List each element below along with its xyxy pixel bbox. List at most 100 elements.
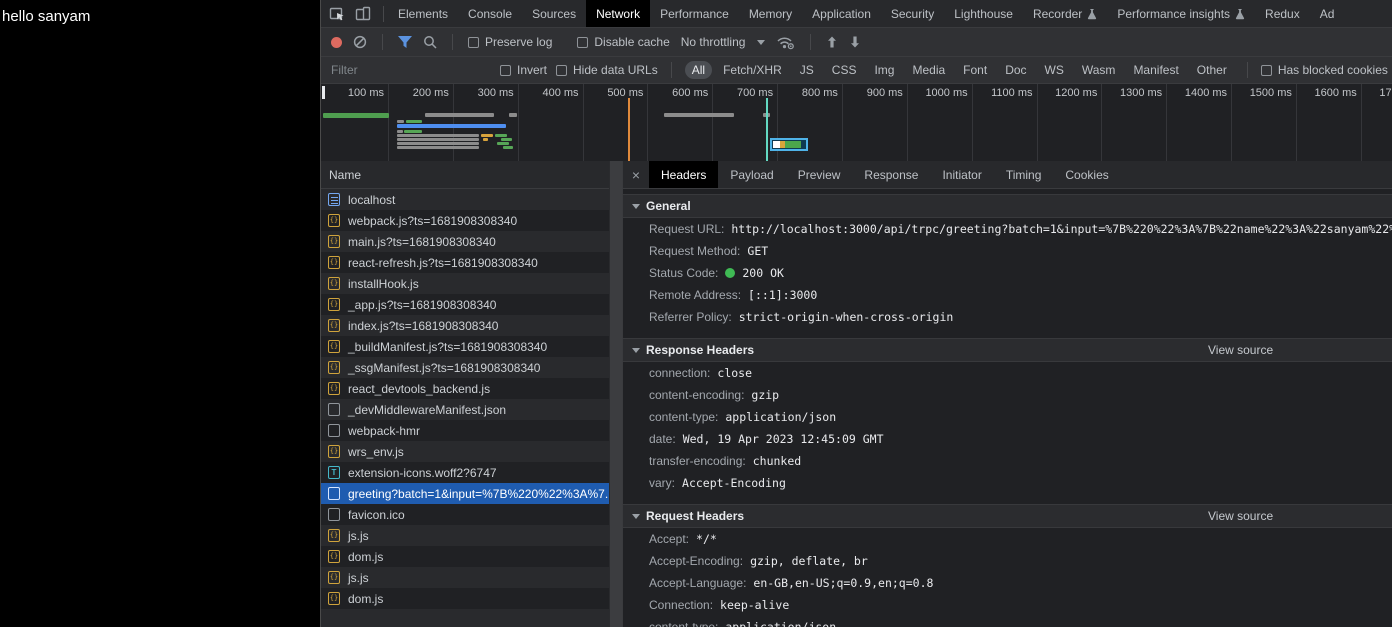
tab-network[interactable]: Network xyxy=(586,0,650,27)
divider xyxy=(382,34,383,50)
details-tab-timing[interactable]: Timing xyxy=(994,161,1054,188)
request-row-app-js-ts-1681908308340[interactable]: _app.js?ts=1681908308340 xyxy=(321,294,609,315)
preserve-log-label: Preserve log xyxy=(485,35,552,49)
tab-performance-insights[interactable]: Performance insights xyxy=(1107,0,1255,27)
request-row-js-js[interactable]: js.js xyxy=(321,567,609,588)
filter-type-js[interactable]: JS xyxy=(793,61,821,79)
details-tab-preview[interactable]: Preview xyxy=(786,161,853,188)
filter-type-manifest[interactable]: Manifest xyxy=(1126,61,1185,79)
details-tab-initiator[interactable]: Initiator xyxy=(930,161,993,188)
request-row-react-devtools-backend-js[interactable]: react_devtools_backend.js xyxy=(321,378,609,399)
tab-ad[interactable]: Ad xyxy=(1310,0,1345,27)
filter-type-css[interactable]: CSS xyxy=(825,61,864,79)
request-row-js-js[interactable]: js.js xyxy=(321,525,609,546)
details-tab-headers[interactable]: Headers xyxy=(649,161,718,188)
request-row-devmiddlewaremanifest-json[interactable]: _devMiddlewareManifest.json xyxy=(321,399,609,420)
request-list-header[interactable]: Name xyxy=(321,161,609,189)
preserve-log-checkbox[interactable]: Preserve log xyxy=(468,35,552,49)
filter-type-wasm[interactable]: Wasm xyxy=(1075,61,1123,79)
throttling-select[interactable]: No throttling xyxy=(681,35,766,49)
invert-checkbox[interactable]: Invert xyxy=(500,63,547,77)
header-row-transfer-encoding: transfer-encoding:chunked xyxy=(623,450,1392,472)
script-file-icon xyxy=(328,529,340,542)
hide-data-urls-checkbox[interactable]: Hide data URLs xyxy=(556,63,658,77)
waterfall-bar xyxy=(497,142,509,145)
view-source-link[interactable]: View source xyxy=(1208,339,1273,361)
filter-type-ws[interactable]: WS xyxy=(1038,61,1071,79)
request-row-webpack-hmr[interactable]: webpack-hmr xyxy=(321,420,609,441)
request-row-extension-icons-woff2-6747[interactable]: extension-icons.woff2?6747 xyxy=(321,462,609,483)
filter-type-font[interactable]: Font xyxy=(956,61,994,79)
search-icon[interactable] xyxy=(423,35,437,49)
filter-type-img[interactable]: Img xyxy=(867,61,901,79)
record-network-log-icon[interactable] xyxy=(331,37,342,48)
has-blocked-cookies-checkbox[interactable]: Has blocked cookies xyxy=(1261,63,1388,77)
section-header-general[interactable]: General xyxy=(623,194,1392,218)
network-conditions-icon[interactable] xyxy=(776,35,795,50)
tab-performance[interactable]: Performance xyxy=(650,0,739,27)
panel-tabs: ElementsConsoleSourcesNetworkPerformance… xyxy=(388,0,1344,27)
view-source-link[interactable]: View source xyxy=(1208,505,1273,527)
header-key: content-encoding: xyxy=(649,388,744,402)
rendered-page: hello sanyam xyxy=(0,0,320,627)
close-icon[interactable]: × xyxy=(623,167,649,183)
request-row-dom-js[interactable]: dom.js xyxy=(321,546,609,567)
header-key: Connection: xyxy=(649,598,713,612)
disclosure-triangle-icon xyxy=(632,514,640,519)
clear-network-log-icon[interactable] xyxy=(353,35,367,49)
filter-type-fetch-xhr[interactable]: Fetch/XHR xyxy=(716,61,789,79)
request-row-localhost[interactable]: localhost xyxy=(321,189,609,210)
network-overview-timeline[interactable]: 100 ms200 ms300 ms400 ms500 ms600 ms700 … xyxy=(321,84,1392,164)
tab-label: Performance insights xyxy=(1117,7,1230,21)
details-tab-response[interactable]: Response xyxy=(852,161,930,188)
request-row-wrs-env-js[interactable]: wrs_env.js xyxy=(321,441,609,462)
import-har-icon[interactable] xyxy=(826,36,838,48)
export-har-icon[interactable] xyxy=(849,36,861,48)
request-row-buildmanifest-js-ts-1681908308[interactable]: _buildManifest.js?ts=1681908308340 xyxy=(321,336,609,357)
header-value: Wed, 19 Apr 2023 12:45:09 GMT xyxy=(683,432,884,446)
request-row-ssgmanifest-js-ts-168190830834[interactable]: _ssgManifest.js?ts=1681908308340 xyxy=(321,357,609,378)
request-list-scrollbar[interactable] xyxy=(609,161,622,627)
request-row-react-refresh-js-ts-1681908308[interactable]: react-refresh.js?ts=1681908308340 xyxy=(321,252,609,273)
section-title: Response Headers xyxy=(646,343,754,357)
request-row-dom-js[interactable]: dom.js xyxy=(321,588,609,609)
tab-lighthouse[interactable]: Lighthouse xyxy=(944,0,1023,27)
tab-elements[interactable]: Elements xyxy=(388,0,458,27)
tab-security[interactable]: Security xyxy=(881,0,944,27)
tab-redux[interactable]: Redux xyxy=(1255,0,1310,27)
timeline-gridline xyxy=(712,84,713,163)
header-row-referrer-policy: Referrer Policy:strict-origin-when-cross… xyxy=(623,306,1392,328)
tab-sources[interactable]: Sources xyxy=(522,0,586,27)
details-tab-payload[interactable]: Payload xyxy=(718,161,785,188)
request-row-main-js-ts-1681908308340[interactable]: main.js?ts=1681908308340 xyxy=(321,231,609,252)
filter-type-media[interactable]: Media xyxy=(905,61,952,79)
request-row-favicon-ico[interactable]: favicon.ico xyxy=(321,504,609,525)
header-value: close xyxy=(717,366,752,380)
filter-type-all[interactable]: All xyxy=(685,61,712,79)
filter-funnel-icon[interactable] xyxy=(398,36,412,48)
tab-recorder[interactable]: Recorder xyxy=(1023,0,1107,27)
request-row-webpack-js-ts-1681908308340[interactable]: webpack.js?ts=1681908308340 xyxy=(321,210,609,231)
request-row-greeting-batch-1-input-7b-220-[interactable]: greeting?batch=1&input=%7B%220%22%3A%7..… xyxy=(321,483,609,504)
overview-drag-handle[interactable] xyxy=(322,86,325,99)
disable-cache-checkbox[interactable]: Disable cache xyxy=(577,35,669,49)
inspect-element-icon[interactable] xyxy=(329,6,345,22)
request-row-index-js-ts-1681908308340[interactable]: index.js?ts=1681908308340 xyxy=(321,315,609,336)
device-toolbar-icon[interactable] xyxy=(355,6,371,22)
section-header-response-headers[interactable]: Response Headers View source xyxy=(623,338,1392,362)
tab-console[interactable]: Console xyxy=(458,0,522,27)
header-row-status-code: Status Code:200 OK xyxy=(623,262,1392,284)
waterfall-bar xyxy=(404,130,422,133)
devtools-panel: ElementsConsoleSourcesNetworkPerformance… xyxy=(320,0,1392,627)
section-header-request-headers[interactable]: Request HeadersView source xyxy=(623,504,1392,528)
request-row-installhook-js[interactable]: installHook.js xyxy=(321,273,609,294)
tab-label: Security xyxy=(891,7,934,21)
tab-application[interactable]: Application xyxy=(802,0,881,27)
filter-type-other[interactable]: Other xyxy=(1190,61,1234,79)
script-file-icon xyxy=(328,319,340,332)
tab-memory[interactable]: Memory xyxy=(739,0,802,27)
filter-type-doc[interactable]: Doc xyxy=(998,61,1033,79)
script-file-icon xyxy=(328,592,340,605)
details-tab-cookies[interactable]: Cookies xyxy=(1053,161,1120,188)
filter-input[interactable]: Filter xyxy=(331,63,491,77)
